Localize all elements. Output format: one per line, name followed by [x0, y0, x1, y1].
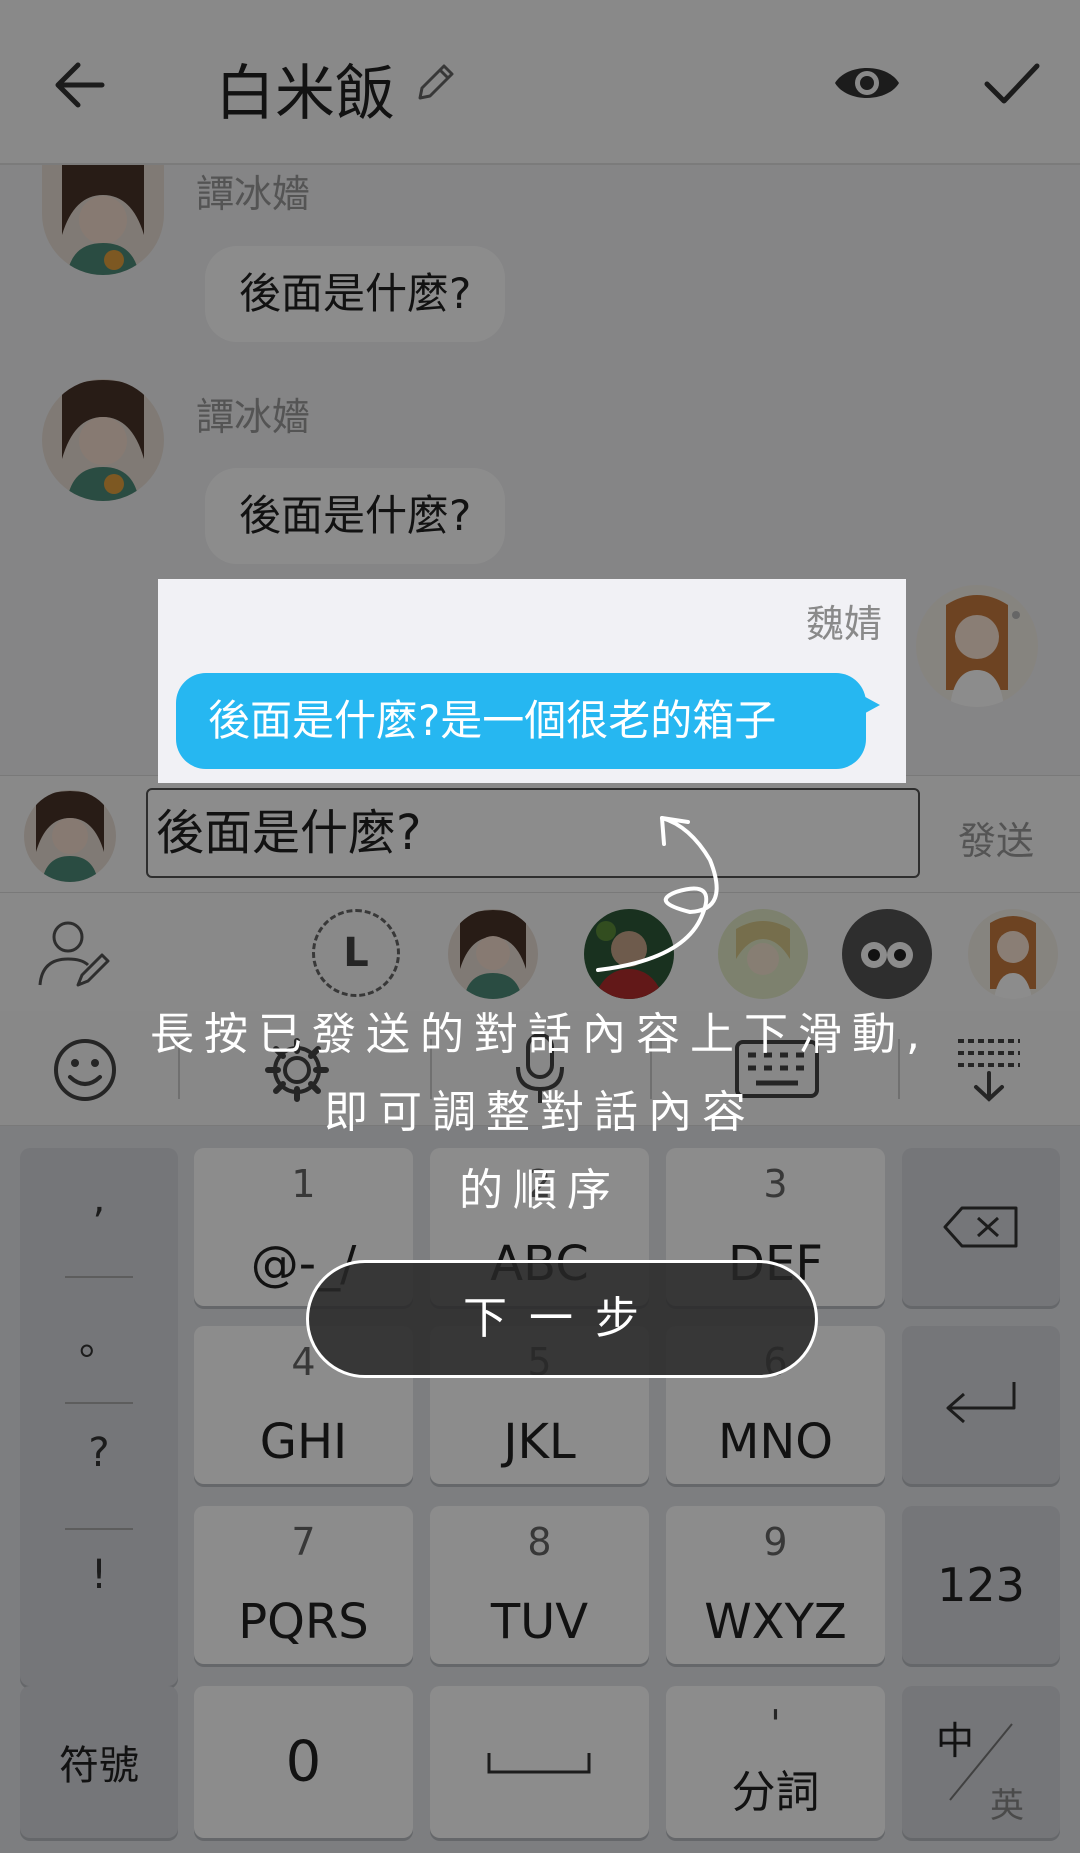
- overlay-dim-right: [906, 579, 1080, 783]
- next-step-button[interactable]: 下一步: [306, 1260, 818, 1378]
- tutorial-line-3: 的順序: [459, 1165, 621, 1216]
- curved-arrow-icon: [596, 816, 719, 972]
- bubble-text: 後面是什麼?是一個很老的箱子: [208, 696, 777, 745]
- tutorial-line-1: 長按已發送的對話內容上下滑動,: [150, 1009, 930, 1060]
- chat-bubble-outgoing[interactable]: 後面是什麼?是一個很老的箱子: [176, 673, 880, 769]
- bubble-tail: [858, 693, 880, 717]
- overlay-dim-left: [0, 579, 158, 783]
- overlay-dim-top: [0, 0, 1080, 579]
- sender-name: 魏婧: [805, 602, 882, 646]
- tutorial-line-2: 即可調整對話內容: [324, 1087, 756, 1138]
- screen: 白米飯 譚冰嬙 後面是什麼? 譚冰嬙 後面是什麼? 後面是什麼? 發送 L , …: [0, 0, 1080, 1853]
- highlighted-message[interactable]: 魏婧 後面是什麼?是一個很老的箱子: [158, 579, 906, 783]
